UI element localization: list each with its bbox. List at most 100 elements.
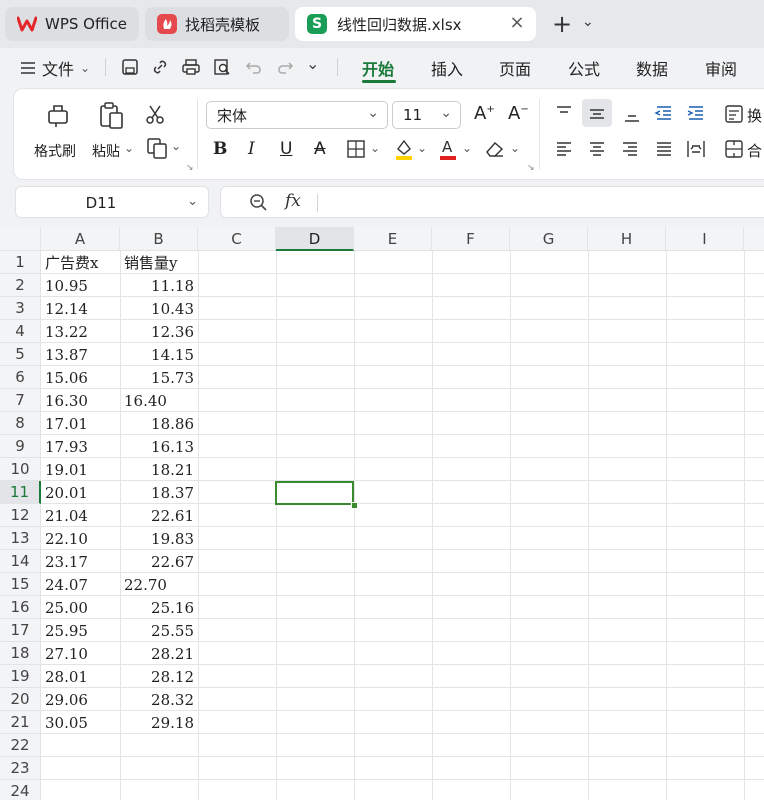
font-name-select[interactable]: 宋体 ⌄ bbox=[206, 101, 388, 129]
chevron-down-icon[interactable]: ⌄ bbox=[582, 14, 594, 30]
row-header-13[interactable]: 13 bbox=[0, 527, 41, 550]
cell-a18[interactable]: 27.10 bbox=[45, 642, 88, 665]
column-header-c[interactable]: C bbox=[198, 227, 276, 251]
cell-a4[interactable]: 13.22 bbox=[45, 320, 88, 343]
row-header-19[interactable]: 19 bbox=[0, 665, 41, 688]
row-header-12[interactable]: 12 bbox=[0, 504, 41, 527]
row-header-15[interactable]: 15 bbox=[0, 573, 41, 596]
print-preview-icon[interactable] bbox=[212, 57, 232, 77]
cell-b12[interactable]: 22.61 bbox=[120, 504, 194, 527]
fill-color-icon[interactable] bbox=[394, 137, 414, 161]
row-header-7[interactable]: 7 bbox=[0, 389, 41, 412]
font-size-select[interactable]: 11 ⌄ bbox=[392, 101, 461, 129]
print-icon[interactable] bbox=[181, 57, 201, 77]
row-header-3[interactable]: 3 bbox=[0, 297, 41, 320]
active-cell-selection[interactable] bbox=[275, 481, 354, 505]
cell-b9[interactable]: 16.13 bbox=[120, 435, 194, 458]
font-color-icon[interactable]: A bbox=[438, 137, 458, 161]
column-header-a[interactable]: A bbox=[41, 227, 120, 251]
ribbon-tab-start[interactable]: 开始 bbox=[362, 56, 394, 80]
paste-button[interactable]: 粘贴 ⌄ bbox=[90, 97, 140, 167]
row-header-10[interactable]: 10 bbox=[0, 458, 41, 481]
cell-b20[interactable]: 28.32 bbox=[120, 688, 194, 711]
row-header-4[interactable]: 4 bbox=[0, 320, 41, 343]
redo-icon[interactable] bbox=[275, 57, 295, 77]
cell-b1[interactable]: 销售量y bbox=[124, 251, 177, 274]
cell-a21[interactable]: 30.05 bbox=[45, 711, 88, 734]
cell-a7[interactable]: 16.30 bbox=[45, 389, 88, 412]
cell-a16[interactable]: 25.00 bbox=[45, 596, 88, 619]
cell-a6[interactable]: 15.06 bbox=[45, 366, 88, 389]
formula-input[interactable]: fx bbox=[220, 186, 764, 218]
chevron-down-icon[interactable]: ⌄ bbox=[417, 141, 427, 155]
cell-b5[interactable]: 14.15 bbox=[120, 343, 194, 366]
more-commands-chevron-icon[interactable]: ⌄ bbox=[306, 54, 319, 73]
row-header-9[interactable]: 9 bbox=[0, 435, 41, 458]
decrease-font-size-icon[interactable]: A− bbox=[508, 103, 529, 124]
column-header-i[interactable]: I bbox=[666, 227, 744, 251]
cell-b21[interactable]: 29.18 bbox=[120, 711, 194, 734]
align-middle-button[interactable] bbox=[582, 99, 612, 127]
row-header-24[interactable]: 24 bbox=[0, 780, 41, 800]
cell-a20[interactable]: 29.06 bbox=[45, 688, 88, 711]
cell-b6[interactable]: 15.73 bbox=[120, 366, 194, 389]
cell-b14[interactable]: 22.67 bbox=[120, 550, 194, 573]
column-header-d[interactable]: D bbox=[276, 227, 354, 251]
cell-b7[interactable]: 16.40 bbox=[124, 389, 167, 412]
cell-b10[interactable]: 18.21 bbox=[120, 458, 194, 481]
row-header-6[interactable]: 6 bbox=[0, 366, 41, 389]
cell-a10[interactable]: 19.01 bbox=[45, 458, 88, 481]
dialog-launcher-icon[interactable]: ↘ bbox=[527, 163, 535, 173]
undo-icon[interactable] bbox=[244, 57, 264, 77]
tab-wps-office[interactable]: WPS Office bbox=[5, 7, 139, 41]
cell-a11[interactable]: 20.01 bbox=[45, 481, 88, 504]
format-painter-button[interactable]: 格式刷 bbox=[32, 97, 82, 167]
cell-a15[interactable]: 24.07 bbox=[45, 573, 88, 596]
row-header-16[interactable]: 16 bbox=[0, 596, 41, 619]
ribbon-tab-insert[interactable]: 插入 bbox=[431, 56, 463, 80]
merge-cells-label[interactable]: 合 bbox=[747, 140, 762, 161]
name-box[interactable]: D11 ⌄ bbox=[15, 186, 209, 218]
chevron-down-icon[interactable]: ⌄ bbox=[462, 141, 472, 155]
increase-indent-icon[interactable] bbox=[686, 105, 706, 121]
column-header-g[interactable]: G bbox=[510, 227, 588, 251]
row-header-11[interactable]: 11 bbox=[0, 481, 41, 504]
cell-a3[interactable]: 12.14 bbox=[45, 297, 88, 320]
row-header-5[interactable]: 5 bbox=[0, 343, 41, 366]
column-header-f[interactable]: F bbox=[432, 227, 510, 251]
row-header-1[interactable]: 1 bbox=[0, 251, 41, 274]
cell-a19[interactable]: 28.01 bbox=[45, 665, 88, 688]
eraser-icon[interactable] bbox=[484, 139, 506, 159]
row-header-8[interactable]: 8 bbox=[0, 412, 41, 435]
cell-a2[interactable]: 10.95 bbox=[45, 274, 88, 297]
align-bottom-icon[interactable] bbox=[622, 107, 642, 123]
chevron-down-icon[interactable]: ⌄ bbox=[171, 139, 181, 153]
column-header-b[interactable]: B bbox=[120, 227, 198, 251]
chevron-down-icon[interactable]: ⌄ bbox=[187, 194, 198, 209]
align-left-icon[interactable] bbox=[554, 141, 574, 157]
chevron-down-icon[interactable]: ⌄ bbox=[370, 141, 380, 155]
wrap-text-label[interactable]: 换 bbox=[747, 105, 762, 126]
cell-a1[interactable]: 广告费x bbox=[45, 251, 98, 274]
row-header-14[interactable]: 14 bbox=[0, 550, 41, 573]
row-header-18[interactable]: 18 bbox=[0, 642, 41, 665]
align-center-icon[interactable] bbox=[587, 141, 607, 157]
cell-b18[interactable]: 28.21 bbox=[120, 642, 194, 665]
new-tab-icon[interactable]: + bbox=[552, 12, 572, 36]
column-header-h[interactable]: H bbox=[588, 227, 666, 251]
row-header-21[interactable]: 21 bbox=[0, 711, 41, 734]
increase-font-size-icon[interactable]: A+ bbox=[474, 103, 495, 124]
cell-b16[interactable]: 25.16 bbox=[120, 596, 194, 619]
cell-a14[interactable]: 23.17 bbox=[45, 550, 88, 573]
ribbon-tab-data[interactable]: 数据 bbox=[636, 56, 668, 80]
cell-a9[interactable]: 17.93 bbox=[45, 435, 88, 458]
decrease-indent-icon[interactable] bbox=[654, 105, 674, 121]
ribbon-tab-page[interactable]: 页面 bbox=[499, 56, 531, 80]
cell-b17[interactable]: 25.55 bbox=[120, 619, 194, 642]
cell-b15[interactable]: 22.70 bbox=[124, 573, 167, 596]
copy-icon[interactable] bbox=[146, 137, 168, 159]
ribbon-tab-review[interactable]: 审阅 bbox=[705, 56, 737, 80]
underline-icon[interactable]: U bbox=[280, 139, 292, 159]
column-header-e[interactable]: E bbox=[354, 227, 432, 251]
scissors-icon[interactable] bbox=[144, 103, 166, 125]
